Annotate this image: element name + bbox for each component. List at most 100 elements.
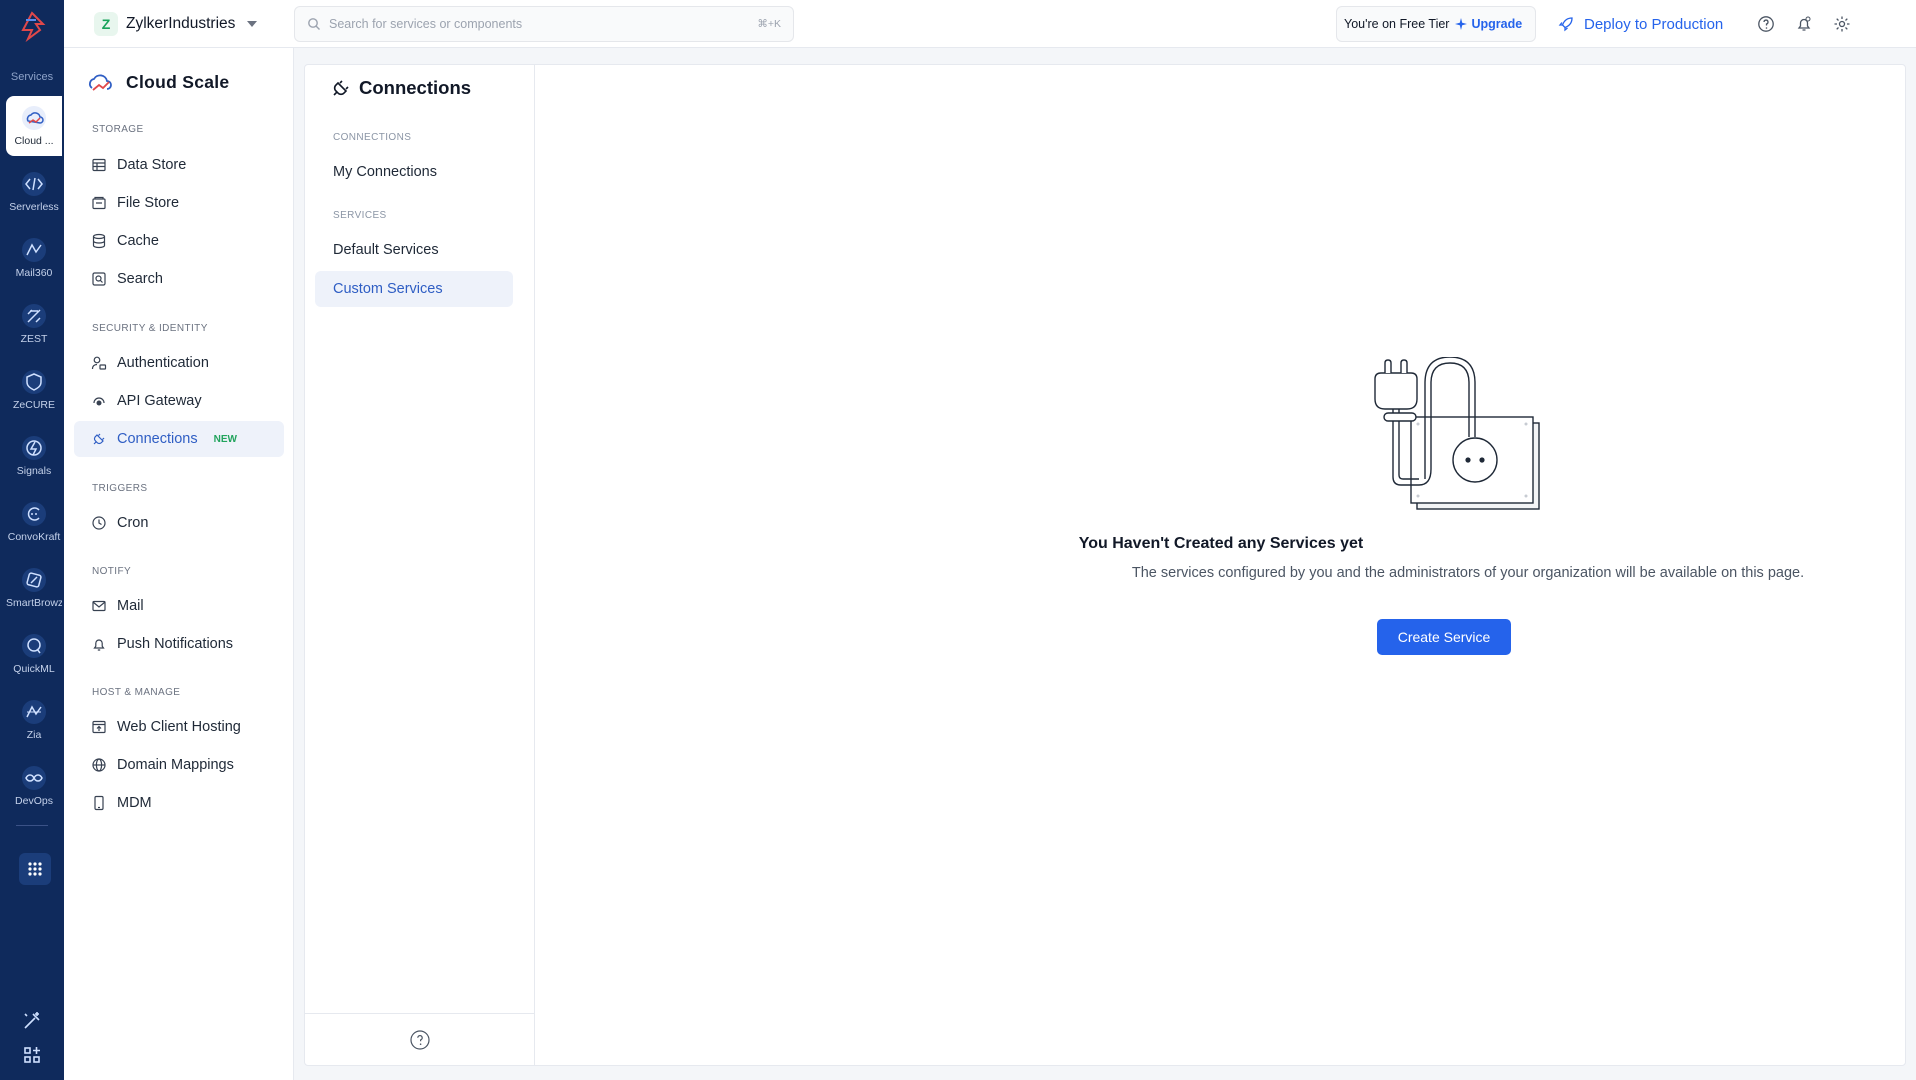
search-icon (308, 18, 320, 30)
globe-icon (92, 758, 106, 772)
section-connections: CONNECTIONS (333, 132, 412, 143)
sidebar-item-label: Cache (117, 233, 159, 249)
page-title-text: Connections (359, 77, 472, 98)
subnav-item-custom-services[interactable]: Custom Services (315, 271, 513, 307)
sidebar-item-connections[interactable]: Connections NEW (74, 421, 284, 457)
bell-icon (93, 639, 105, 651)
mobile-device-icon (94, 795, 104, 811)
search-shortcut: ⌘+K (757, 18, 781, 30)
rail-item-label: ZEST (20, 333, 48, 345)
rail-item-zia[interactable]: Zia (6, 690, 62, 750)
tools-icon[interactable] (20, 1009, 44, 1033)
sidebar-item-label: Authentication (117, 355, 209, 371)
notifications-button[interactable] (1794, 12, 1814, 36)
empty-state: You Haven't Created any Services yet The… (535, 65, 1907, 1065)
sidebar-item-label: Search (117, 271, 163, 287)
search-box-icon (92, 272, 106, 286)
sidebar: Cloud Scale STORAGE Data Store File Stor… (64, 48, 294, 1080)
settings-button[interactable] (1832, 12, 1852, 36)
sidebar-item-api-gateway[interactable]: API Gateway (74, 383, 284, 419)
sidebar-item-authentication[interactable]: Authentication (74, 345, 284, 381)
table-icon (92, 158, 106, 172)
file-store-icon (92, 196, 106, 210)
org-badge: Z (94, 12, 118, 36)
brand-title: Cloud Scale (126, 71, 230, 92)
signals-icon (22, 436, 46, 460)
rail-item-devops[interactable]: DevOps (6, 756, 62, 816)
devops-icon (22, 766, 46, 790)
rail-item-mail360[interactable]: Mail360 (6, 228, 62, 288)
rail-item-signals[interactable]: Signals (6, 426, 62, 486)
search-input[interactable]: Search for services or components ⌘+K (294, 6, 794, 42)
rocket-icon (1558, 17, 1573, 32)
deploy-button[interactable]: Deploy to Production (1558, 10, 1723, 38)
all-apps-button[interactable] (19, 853, 51, 885)
tier-banner: You're on Free Tier Upgrade (1336, 6, 1536, 42)
rail-item-zest[interactable]: ZEST (6, 294, 62, 354)
rail-item-label: Cloud ... (14, 135, 54, 147)
sidebar-item-data-store[interactable]: Data Store (74, 147, 284, 183)
rail-item-smartbrowz[interactable]: SmartBrowz (6, 558, 62, 618)
sidebar-item-web-client-hosting[interactable]: Web Client Hosting (74, 709, 284, 745)
gear-icon (1834, 16, 1850, 32)
zia-icon (22, 700, 46, 724)
sidebar-item-search[interactable]: Search (74, 261, 284, 297)
sidebar-item-cron[interactable]: Cron (74, 505, 284, 541)
widgets-icon[interactable] (20, 1043, 44, 1067)
upgrade-label: Upgrade (1471, 17, 1523, 31)
sidebar-item-mail[interactable]: Mail (74, 588, 284, 624)
smartbrowz-icon (22, 568, 46, 592)
serverless-icon (22, 172, 46, 196)
sidebar-item-label: Web Client Hosting (117, 719, 241, 735)
deploy-label: Deploy to Production (1584, 15, 1724, 33)
help-icon[interactable] (409, 1029, 431, 1051)
rail-divider (16, 825, 48, 826)
sidebar-item-push-notifications[interactable]: Push Notifications (74, 626, 284, 662)
rail-item-cloud-scale[interactable]: Cloud ... (6, 96, 62, 156)
catalyst-logo-icon[interactable] (16, 10, 48, 42)
subnav-footer (305, 1013, 534, 1065)
empty-state-title: You Haven't Created any Services yet (1078, 535, 1364, 552)
sparkle-icon (1455, 18, 1468, 30)
sidebar-item-label: Connections (117, 431, 198, 447)
subnav-item-default-services[interactable]: Default Services (315, 232, 513, 268)
sidebar-item-label: Mail (117, 598, 144, 614)
section-host: HOST & MANAGE (92, 687, 181, 698)
tier-text: You're on Free Tier (1344, 17, 1450, 31)
subnav-item-my-connections[interactable]: My Connections (315, 154, 513, 190)
mail360-icon (22, 238, 46, 262)
sidebar-item-domain-mappings[interactable]: Domain Mappings (74, 747, 284, 783)
org-name: ZylkerIndustries (126, 15, 236, 32)
sidebar-item-label: API Gateway (117, 393, 202, 409)
create-service-button[interactable]: Create Service (1377, 619, 1511, 655)
grid-icon (28, 862, 42, 876)
help-button[interactable] (1756, 12, 1776, 36)
sidebar-item-mdm[interactable]: MDM (74, 785, 284, 821)
upgrade-link[interactable]: Upgrade (1455, 17, 1522, 31)
zecure-icon (22, 370, 46, 394)
search-placeholder: Search for services or components (329, 17, 523, 31)
sidebar-item-file-store[interactable]: File Store (74, 185, 284, 221)
database-icon (92, 233, 106, 249)
org-switcher[interactable]: Z ZylkerIndustries (94, 10, 258, 38)
rail-item-label: Serverless (9, 201, 59, 213)
section-storage: STORAGE (92, 124, 144, 135)
gateway-icon (93, 397, 105, 406)
section-services: SERVICES (333, 210, 387, 221)
cloud-scale-icon (89, 74, 112, 91)
rail-item-label: Signals (16, 465, 52, 477)
rail-item-serverless[interactable]: Serverless (6, 162, 62, 222)
rail-item-convokraft[interactable]: ConvoKraft (6, 492, 62, 552)
mail-icon (92, 600, 106, 612)
user-lock-icon (91, 356, 107, 370)
sidebar-item-label: MDM (117, 795, 152, 811)
section-notify: NOTIFY (92, 566, 132, 577)
section-triggers: TRIGGERS (92, 483, 148, 494)
cloud-icon (22, 106, 46, 130)
rail-item-label: ZeCURE (12, 399, 55, 411)
rail-item-zecure[interactable]: ZeCURE (6, 360, 62, 420)
empty-state-description: The services configured by you and the a… (1131, 565, 1805, 581)
page-title: Connections (331, 77, 471, 99)
rail-item-quickml[interactable]: QuickML (6, 624, 62, 684)
sidebar-item-cache[interactable]: Cache (74, 223, 284, 259)
